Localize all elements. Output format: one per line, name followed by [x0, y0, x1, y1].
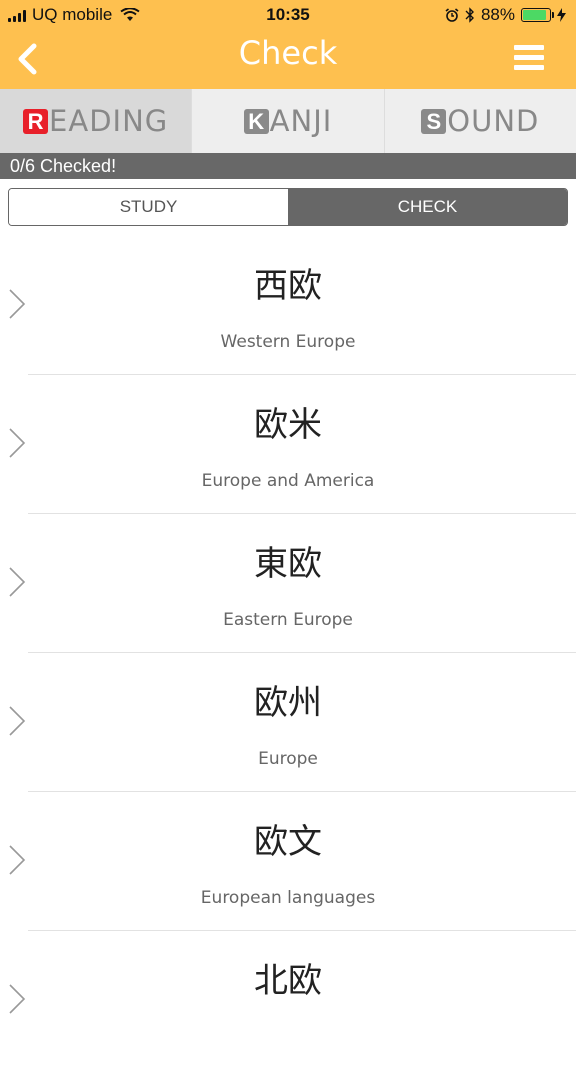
list-item[interactable]: 欧州 Europe	[0, 653, 576, 792]
status-bar: UQ mobile 10:35 88%	[0, 0, 576, 30]
check-segment-button[interactable]: CHECK	[288, 189, 567, 225]
menu-icon[interactable]	[514, 45, 544, 71]
status-right: 88%	[445, 5, 566, 25]
study-check-segmented-control: STUDY CHECK	[8, 188, 568, 226]
battery-icon	[521, 8, 554, 22]
signal-icon	[8, 8, 26, 22]
battery-percent: 88%	[480, 5, 515, 24]
study-segment-button[interactable]: STUDY	[9, 189, 288, 225]
item-kanji: 欧米	[254, 405, 322, 445]
list-item[interactable]: 東欧 Eastern Europe	[0, 514, 576, 653]
charging-icon	[557, 8, 566, 22]
alarm-icon	[445, 8, 459, 22]
tab-sound[interactable]: S OUND	[383, 89, 576, 153]
tab-initial: R	[23, 108, 49, 134]
tab-reading[interactable]: R EADING	[0, 89, 192, 153]
tab-kanji[interactable]: K ANJI	[191, 89, 383, 153]
list-item[interactable]: 欧米 Europe and America	[0, 375, 576, 514]
item-meaning: Western Europe	[220, 332, 356, 352]
list-item[interactable]: 欧文 European languages	[0, 792, 576, 931]
progress-status: 0/6 Checked!	[0, 153, 576, 179]
tab-initial: K	[243, 108, 269, 134]
status-left: UQ mobile	[8, 5, 140, 25]
wifi-icon	[120, 8, 140, 21]
bluetooth-icon	[465, 7, 474, 23]
item-meaning: European languages	[200, 888, 376, 908]
item-kanji: 西欧	[254, 266, 322, 306]
tab-label: OUND	[447, 104, 540, 138]
navigation-bar: Check	[0, 30, 576, 89]
tab-label: EADING	[49, 104, 169, 138]
item-kanji: 東欧	[254, 544, 322, 584]
list-item[interactable]: 北欧	[0, 931, 576, 1070]
item-meaning: Europe	[258, 749, 318, 769]
tab-initial: S	[421, 108, 447, 134]
page-title: Check	[238, 34, 338, 72]
mode-tabs: R EADING K ANJI S OUND	[0, 89, 576, 153]
item-kanji: 欧州	[254, 683, 322, 723]
word-list: 西欧 Western Europe 欧米 Europe and America …	[0, 236, 576, 1070]
item-meaning: Europe and America	[201, 471, 375, 491]
item-kanji: 北欧	[254, 961, 322, 1001]
item-meaning: Eastern Europe	[223, 610, 353, 630]
list-item[interactable]: 西欧 Western Europe	[0, 236, 576, 375]
battery-fill	[523, 10, 546, 20]
back-icon[interactable]	[12, 40, 44, 78]
tab-label: ANJI	[269, 104, 333, 138]
carrier-label: UQ mobile	[32, 5, 113, 24]
item-kanji: 欧文	[254, 822, 322, 862]
